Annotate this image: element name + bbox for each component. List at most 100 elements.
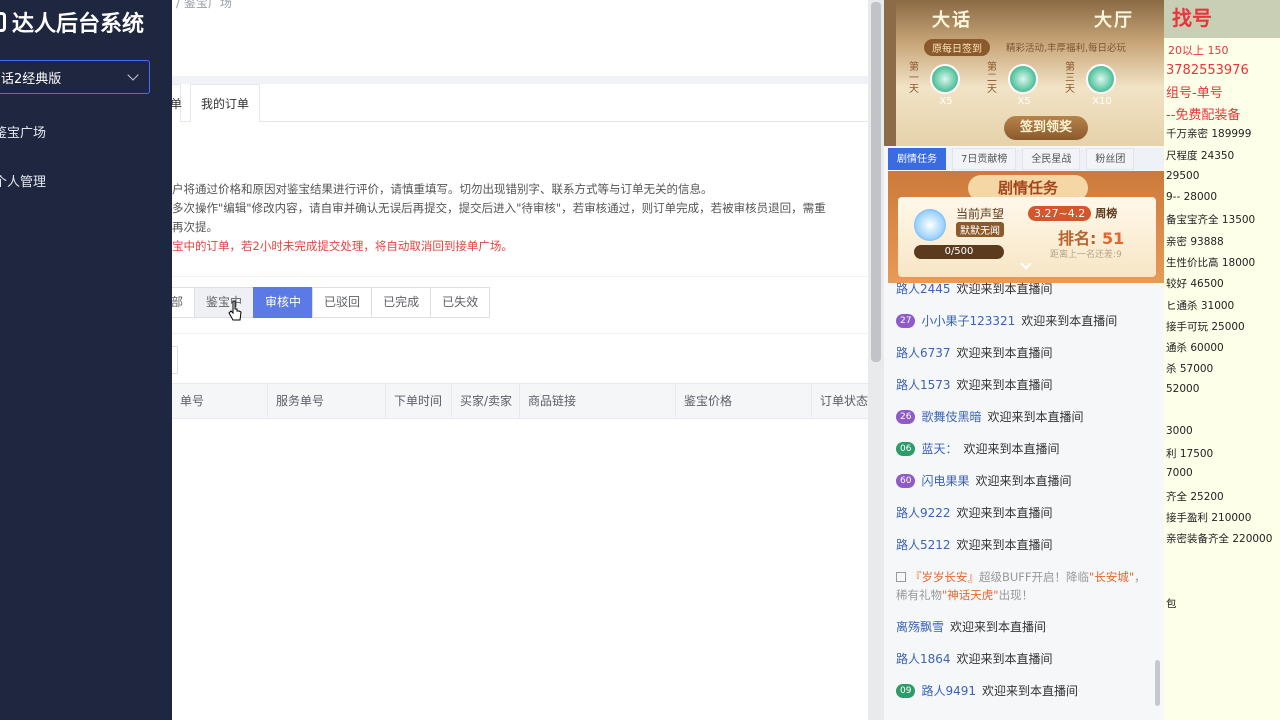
tab-7day-rank[interactable]: 7日贡献榜 — [952, 148, 1017, 170]
daily-desc: 精彩活动,丰厚福利,每日必玩 — [1006, 43, 1127, 54]
filter-rejected-button[interactable]: 已驳回 — [312, 287, 373, 318]
chat-text: 欢迎来到本直播间 — [975, 474, 1072, 488]
announce-part: 『岁岁长安』 — [910, 570, 979, 584]
notice-line: 户将通过价格和原因对鉴宝结果进行评价，请慎重填写。切勿出现错别字、联系方式等与订… — [172, 182, 713, 196]
chat-message: 06 蓝天： 欢迎来到本直播间 — [896, 440, 1059, 457]
day-reward: 第一天 X5 — [900, 60, 974, 110]
level-badge: 06 — [896, 441, 916, 456]
tab-orders[interactable]: 单 — [172, 84, 182, 122]
game-version-select[interactable]: 话2经典版 — [0, 60, 150, 94]
overlay-line: 生性价比高 18000 — [1166, 257, 1256, 269]
game-version-value: 话2经典版 — [1, 71, 62, 87]
day-label: 第一天 — [909, 62, 919, 95]
chat-user[interactable]: 路人9491 — [921, 682, 976, 699]
chevron-down-icon — [127, 69, 139, 81]
quest-rank: 排名: 51 — [1058, 225, 1124, 249]
banner-title-right: 大厅 — [1094, 10, 1134, 31]
week-label: 周榜 — [1095, 207, 1118, 220]
chat-text: 欢迎来到本直播间 — [956, 652, 1053, 666]
overlay-line: 亲密装备齐全 220000 — [1166, 533, 1273, 545]
sidebar: 达人后台系统 话2经典版 鉴宝广场 个人管理 — [0, 0, 172, 720]
chat-message: 路人9222 欢迎来到本直播间 — [896, 504, 1053, 521]
overlay-line: 亲密 93888 — [1166, 236, 1224, 248]
quest-level: 默默无闻 — [956, 222, 1004, 237]
overlay-line: 齐全 25200 — [1166, 491, 1224, 503]
live-tabs: 剧情任务 7日贡献榜 全民星战 粉丝团 — [888, 148, 1164, 170]
tab-star-battle[interactable]: 全民星战 — [1022, 148, 1081, 170]
tab-story-quest[interactable]: 剧情任务 — [888, 148, 946, 170]
overlay-line: 备宝宝齐全 13500 — [1166, 214, 1256, 226]
chat-scrollbar[interactable] — [1155, 660, 1160, 706]
speaker-icon — [896, 572, 906, 582]
scrollbar-thumb[interactable] — [871, 2, 881, 362]
day-reward: 第三天 X10 — [1056, 60, 1130, 110]
chat-message: 路人1864 欢迎来到本直播间 — [896, 650, 1053, 667]
hand-cursor-icon — [228, 300, 242, 321]
chat-user[interactable]: 路人6737 — [896, 344, 951, 361]
filter-completed-button[interactable]: 已完成 — [371, 287, 432, 318]
quest-progress: 0/500 — [914, 245, 1004, 259]
overlay-line: ヒ通杀 31000 — [1166, 300, 1235, 312]
main-content: / 鉴宝广场 单 我的订单 户将通过价格和原因对鉴宝结果进行评价，请慎重填写。切… — [172, 0, 868, 720]
overlay-line: 7000 — [1166, 467, 1193, 479]
chat-user[interactable]: 路人2445 — [896, 280, 951, 297]
overlay-line: 通杀 60000 — [1166, 342, 1224, 354]
chat-message: 09 路人9491 欢迎来到本直播间 — [896, 682, 1078, 699]
banner-side-strip — [884, 0, 896, 146]
filter-reviewing-button[interactable]: 审核中 — [253, 287, 314, 318]
event-banner[interactable]: 大话 大厅 原每日签到 精彩活动,丰厚福利,每日必玩 第一天 X5 第二天 X5… — [896, 0, 1164, 146]
quest-next-gap: 距离上一名还差:9 — [1050, 250, 1122, 260]
story-quest-card: 剧情任务 当前声望 默默无闻 0/500 3.27~4.2 周榜 排名: 51 距… — [888, 171, 1164, 283]
week-range: 3.27~4.2 — [1028, 206, 1092, 221]
chat-user[interactable]: 路人1573 — [896, 376, 951, 393]
header-panel: / 鉴宝广场 — [172, 0, 868, 76]
chat-user[interactable]: 路人1864 — [896, 650, 951, 667]
filter-all-button[interactable]: 部 — [172, 287, 196, 318]
chat-user[interactable]: 小小果子123321 — [921, 312, 1015, 329]
system-announcement: 『岁岁长安』超级BUFF开启！降临"长安城"，稀有礼物"神话天虎"出现！ — [896, 568, 1152, 604]
chat-text: 欢迎来到本直播间 — [1021, 314, 1118, 328]
quest-name: 当前声望 — [956, 207, 1005, 221]
chat-text: 欢迎来到本直播间 — [956, 538, 1053, 552]
tab-my-orders[interactable]: 我的订单 — [190, 84, 261, 122]
day-label: 第二天 — [987, 62, 997, 95]
chat-user[interactable]: 歌舞伎黑暗 — [921, 408, 981, 425]
filter-appraising-button[interactable]: 鉴宝中 — [194, 287, 255, 318]
live-stream-panel: 大话 大厅 原每日签到 精彩活动,丰厚福利,每日必玩 第一天 X5 第二天 X5… — [884, 0, 1164, 720]
coin-icon — [930, 64, 960, 94]
screen: 达人后台系统 话2经典版 鉴宝广场 个人管理 / 鉴宝广场 单 我的订单 户将通… — [0, 0, 1280, 720]
page-scrollbar[interactable] — [868, 0, 884, 720]
signin-claim-button[interactable]: 签到领奖 — [1004, 116, 1088, 140]
col-order-no: 单号 — [180, 394, 205, 408]
chat-user[interactable]: 蓝天： — [921, 440, 957, 457]
filter-expired-button[interactable]: 已失效 — [430, 287, 491, 318]
chat-user[interactable]: 路人5212 — [896, 536, 951, 553]
coin-icon — [1008, 64, 1038, 94]
chat-user[interactable]: 离殇飘雪 — [896, 618, 944, 635]
sidebar-item-appraisal-square[interactable]: 鉴宝广场 — [0, 122, 46, 141]
chat-text: 欢迎来到本直播间 — [982, 684, 1079, 698]
logo-icon — [0, 12, 6, 32]
overlay-line: 组号-单号 — [1166, 86, 1223, 101]
col-buyer-seller: 买家/卖家 — [451, 384, 519, 418]
search-input[interactable] — [172, 346, 178, 374]
chat-message: 离殇飘雪 欢迎来到本直播间 — [896, 618, 1046, 635]
chat-user[interactable]: 路人9222 — [896, 504, 951, 521]
day-label: 第三天 — [1065, 62, 1075, 95]
banner-title-left: 大话 — [932, 10, 972, 31]
tab-fan-club[interactable]: 粉丝团 — [1086, 148, 1135, 170]
sidebar-item-personal[interactable]: 个人管理 — [0, 171, 46, 190]
chat-text: 欢迎来到本直播间 — [987, 410, 1084, 424]
overlay-line: 接手可玩 25000 — [1166, 321, 1245, 333]
overlay-line: 尺程度 24350 — [1166, 150, 1235, 162]
announce-part: 出现！ — [998, 588, 1034, 602]
overlay-line: 29500 — [1166, 170, 1200, 182]
overlay-line: 较好 46500 — [1166, 278, 1224, 290]
chat-text: 欢迎来到本直播间 — [956, 282, 1053, 296]
overlay-line: 9-- 28000 — [1166, 191, 1217, 203]
level-badge: 26 — [896, 409, 916, 424]
chat-user[interactable]: 闪电果果 — [921, 472, 969, 489]
notice-warning: 宝中的订单，若2小时未完成提交处理，将自动取消回到接单广场。 — [172, 239, 513, 253]
col-service-no: 服务单号 — [267, 384, 385, 418]
chat-text: 欢迎来到本直播间 — [956, 506, 1053, 520]
